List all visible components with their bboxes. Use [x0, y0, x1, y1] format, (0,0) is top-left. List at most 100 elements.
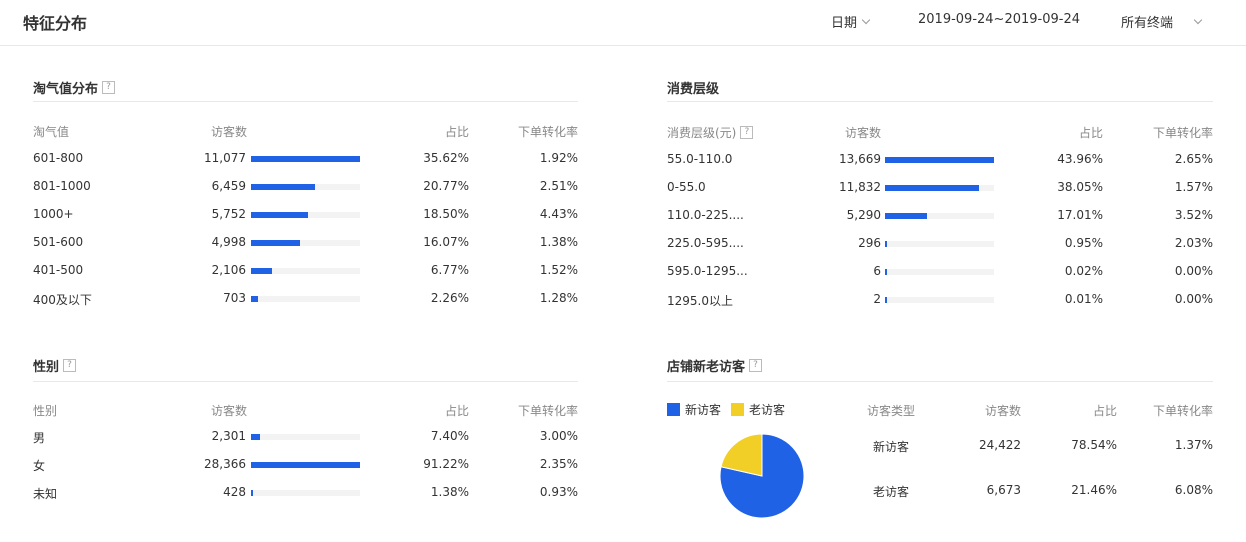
help-icon[interactable]: ? [63, 359, 77, 372]
visitor-count: 11,832 [839, 180, 881, 194]
legend-label: 新访客 [685, 403, 722, 417]
bar-fill [885, 269, 887, 275]
col-header: 占比 [1078, 126, 1103, 140]
bar-fill [885, 185, 980, 191]
terminal-label: 所有终端 [1121, 16, 1174, 31]
visitor-pie-chart [719, 433, 805, 519]
ratio-value: 1.38% [430, 485, 469, 499]
row-label: 225.0-595.... [667, 236, 744, 250]
visitor-count: 6,673 [986, 483, 1021, 497]
col-header: 访客数 [845, 126, 882, 140]
page-title: 特征分布 [23, 14, 88, 33]
visitor-count: 6 [873, 264, 881, 278]
bar-track [251, 490, 360, 496]
bar-track [251, 462, 360, 468]
col-header: 访客类型 [867, 404, 916, 418]
conversion-value: 1.38% [539, 235, 578, 249]
col-header: 访客数 [211, 125, 248, 139]
ratio-value: 0.95% [1064, 236, 1103, 250]
panel-title-text: 性别 [33, 360, 60, 375]
row-label: 501-600 [33, 235, 84, 249]
col-header: 下单转化率 [1152, 404, 1213, 418]
row-label: 400及以下 [33, 293, 92, 307]
table-header: 淘气值 访客数 占比 下单转化率 [33, 123, 578, 139]
panel-title: 性别 ? [33, 356, 77, 375]
row-label: 801-1000 [33, 179, 91, 193]
panel-title-text: 淘气值分布 [33, 82, 99, 97]
panel-title-text: 消费层级 [667, 82, 720, 97]
col-header-text: 消费层级(元) [667, 126, 737, 140]
col-header: 消费层级(元) ? [667, 124, 754, 141]
spend-panel: 消费层级 消费层级(元) ? 访客数 占比 下单转化率 55.0-110.0 13… [667, 78, 1213, 313]
legend-swatch [667, 403, 680, 416]
panel-title: 淘气值分布 ? [33, 78, 116, 97]
conversion-value: 1.37% [1174, 438, 1213, 452]
help-icon[interactable]: ? [740, 126, 754, 139]
bar-fill [251, 240, 301, 246]
ratio-value: 20.77% [423, 179, 469, 193]
table-row: 55.0-110.0 13,669 43.96% 2.65% [667, 152, 1213, 168]
col-header: 占比 [444, 404, 469, 418]
visitor-count: 2 [873, 292, 881, 306]
col-header: 访客数 [211, 404, 248, 418]
table-row: 1000+ 5,752 18.50% 4.43% [33, 207, 578, 223]
conversion-value: 4.43% [539, 207, 578, 221]
date-range[interactable]: 2019-09-24~2019-09-24 [918, 12, 1080, 27]
ratio-value: 0.02% [1064, 264, 1103, 278]
conversion-value: 6.08% [1174, 483, 1213, 497]
terminal-dropdown[interactable]: 所有终端 [1121, 12, 1203, 31]
conversion-value: 1.28% [539, 291, 578, 305]
table-row: 595.0-1295... 6 0.02% 0.00% [667, 264, 1213, 280]
ratio-value: 6.77% [430, 263, 469, 277]
divider [667, 101, 1213, 102]
row-label: 110.0-225.... [667, 208, 744, 222]
visitor-count: 296 [858, 236, 881, 250]
row-label: 1000+ [33, 207, 74, 221]
conversion-value: 1.57% [1174, 180, 1213, 194]
table-row: 新访客 24,422 78.54% 1.37% [867, 438, 1213, 454]
ratio-value: 7.40% [430, 429, 469, 443]
bar-fill [251, 434, 260, 440]
newold-panel: 店铺新老访客 ? 新访客 老访客 访客类型 访客数 占比 下单转化率 新访客 24… [667, 356, 1213, 526]
conversion-value: 0.00% [1174, 292, 1213, 306]
row-label: 男 [33, 431, 46, 445]
conversion-value: 1.52% [539, 263, 578, 277]
col-header: 占比 [1092, 404, 1117, 418]
help-icon[interactable]: ? [749, 359, 763, 372]
divider [33, 381, 578, 382]
visitor-count: 13,669 [839, 152, 881, 166]
bar-track [885, 157, 994, 163]
conversion-value: 0.00% [1174, 264, 1213, 278]
bar-track [251, 268, 360, 274]
legend-label: 老访客 [749, 403, 786, 417]
table-row: 601-800 11,077 35.62% 1.92% [33, 151, 578, 167]
ratio-value: 91.22% [423, 457, 469, 471]
bar-fill [251, 268, 272, 274]
table-header: 访客类型 访客数 占比 下单转化率 [867, 402, 1213, 418]
bar-track [885, 269, 994, 275]
visitor-count: 2,106 [211, 263, 246, 277]
table-row: 401-500 2,106 6.77% 1.52% [33, 263, 578, 279]
ratio-value: 16.07% [423, 235, 469, 249]
visitor-count: 24,422 [979, 438, 1021, 452]
legend-old[interactable]: 老访客 [731, 401, 785, 418]
ratio-value: 78.54% [1071, 438, 1117, 452]
table-row: 400及以下 703 2.26% 1.28% [33, 291, 578, 307]
help-icon[interactable]: ? [102, 81, 116, 94]
table-row: 225.0-595.... 296 0.95% 2.03% [667, 236, 1213, 252]
bar-track [251, 296, 360, 302]
chevron-down-icon [861, 15, 871, 24]
date-dropdown[interactable]: 日期 [831, 12, 871, 31]
bar-fill [251, 156, 360, 162]
table-row: 110.0-225.... 5,290 17.01% 3.52% [667, 208, 1213, 224]
date-label: 日期 [831, 16, 858, 31]
legend-new[interactable]: 新访客 [667, 401, 721, 418]
row-label: 新访客 [873, 440, 910, 454]
col-header: 下单转化率 [517, 125, 578, 139]
row-label: 601-800 [33, 151, 84, 165]
conversion-value: 3.00% [539, 429, 578, 443]
bar-track [251, 156, 360, 162]
col-header: 淘气值 [33, 125, 70, 139]
table-row: 女 28,366 91.22% 2.35% [33, 457, 578, 473]
col-header: 访客数 [984, 404, 1021, 418]
